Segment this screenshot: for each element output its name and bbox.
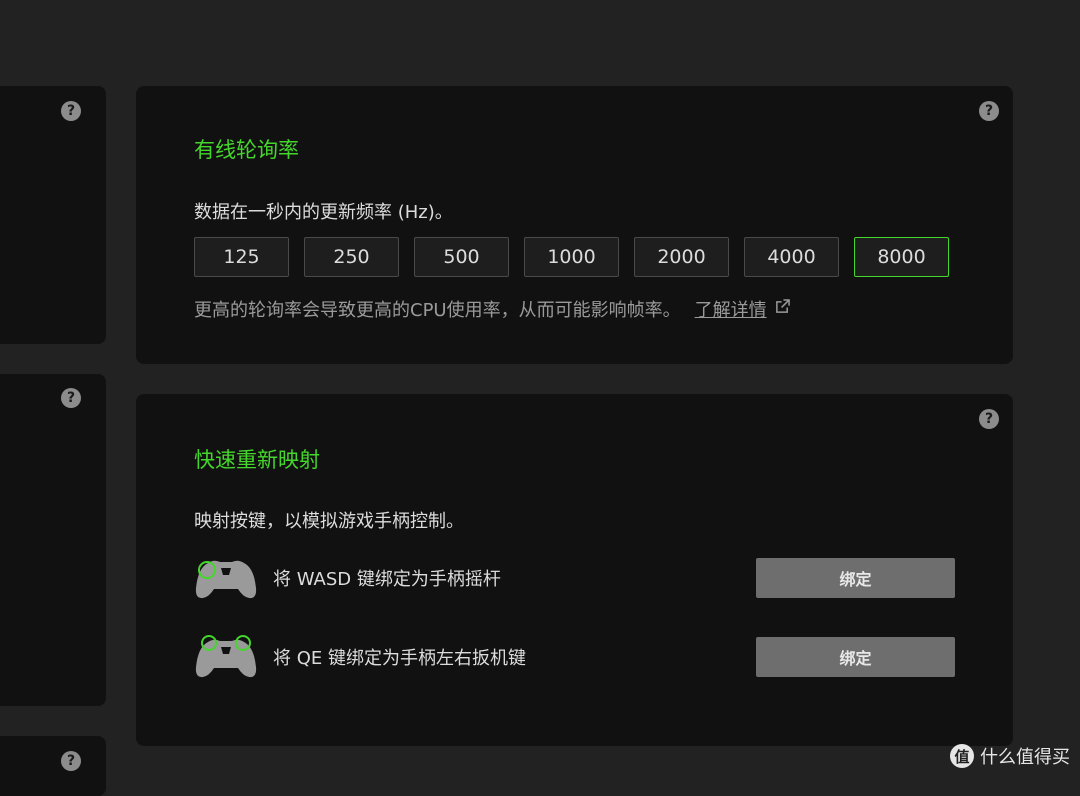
left-panel-2: ? xyxy=(0,374,106,706)
polling-note-text: 更高的轮询率会导致更高的CPU使用率，从而可能影响帧率。 xyxy=(194,300,681,321)
left-panel-3: ? xyxy=(0,736,106,796)
rate-option-8000-selected[interactable]: 8000 xyxy=(854,237,949,277)
polling-rate-options: 125 250 500 1000 2000 4000 8000 xyxy=(194,237,949,277)
rate-option-125[interactable]: 125 xyxy=(194,237,289,277)
help-icon[interactable]: ? xyxy=(61,751,81,771)
help-icon[interactable]: ? xyxy=(61,388,81,408)
remap-row-wasd: 将 WASD 键绑定为手柄摇杆 xyxy=(194,554,501,602)
quick-remap-panel: ? 快速重新映射 映射按键，以模拟游戏手柄控制。 将 WASD 键绑定为手柄摇杆… xyxy=(136,394,1013,746)
polling-rate-title: 有线轮询率 xyxy=(194,138,299,162)
rate-option-500[interactable]: 500 xyxy=(414,237,509,277)
rate-option-4000[interactable]: 4000 xyxy=(744,237,839,277)
polling-rate-description: 数据在一秒内的更新频率 (Hz)。 xyxy=(194,202,453,223)
rate-option-1000[interactable]: 1000 xyxy=(524,237,619,277)
gamepad-trigger-icon xyxy=(195,635,257,678)
quick-remap-title: 快速重新映射 xyxy=(194,448,320,472)
watermark-logo-icon: 值 xyxy=(950,744,974,768)
watermark: 值 什么值得买 xyxy=(950,743,1070,769)
help-icon[interactable]: ? xyxy=(979,409,999,429)
bind-wasd-button[interactable]: 绑定 xyxy=(756,558,955,598)
help-icon[interactable]: ? xyxy=(61,101,81,121)
bind-qe-button[interactable]: 绑定 xyxy=(756,637,955,677)
quick-remap-description: 映射按键，以模拟游戏手柄控制。 xyxy=(194,511,464,532)
learn-more-link[interactable]: 了解详情 xyxy=(695,300,767,321)
polling-rate-note: 更高的轮询率会导致更高的CPU使用率，从而可能影响帧率。 了解详情 xyxy=(194,296,790,322)
rate-option-250[interactable]: 250 xyxy=(304,237,399,277)
rate-option-2000[interactable]: 2000 xyxy=(634,237,729,277)
gamepad-stick-icon xyxy=(195,560,257,599)
polling-rate-panel: ? 有线轮询率 数据在一秒内的更新频率 (Hz)。 125 250 500 10… xyxy=(136,86,1013,364)
help-icon[interactable]: ? xyxy=(979,101,999,121)
left-panel-1: ? xyxy=(0,86,106,344)
watermark-text: 什么值得买 xyxy=(980,747,1070,768)
remap-row-qe: 将 QE 键绑定为手柄左右扳机键 xyxy=(194,633,526,681)
external-link-icon[interactable] xyxy=(775,299,790,314)
remap-row-label: 将 WASD 键绑定为手柄摇杆 xyxy=(273,569,501,590)
remap-row-label: 将 QE 键绑定为手柄左右扳机键 xyxy=(273,648,526,669)
